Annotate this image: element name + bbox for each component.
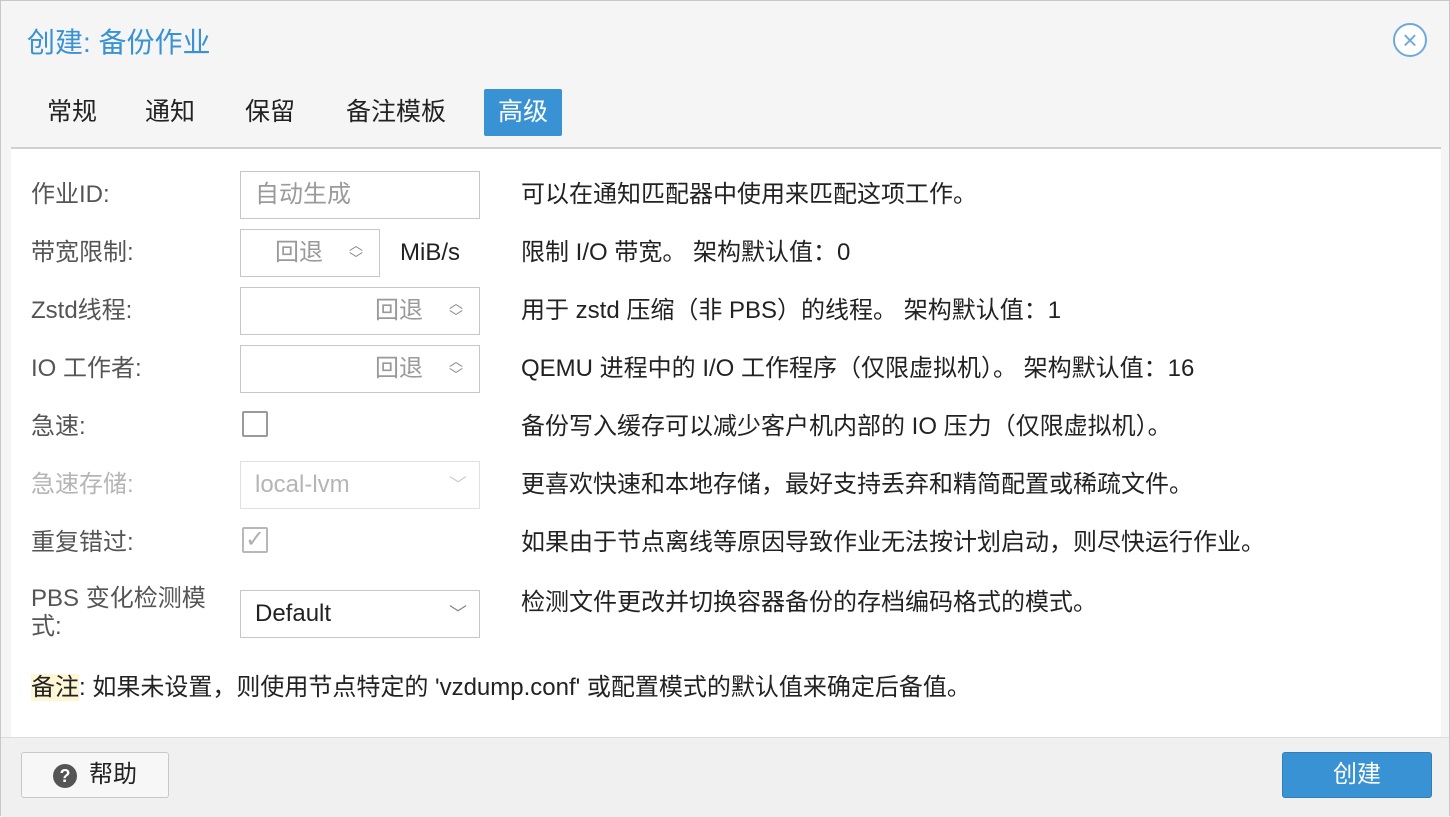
repeat-missed-row: 重复错过: ✓ 如果由于节点离线等原因导致作业无法按计划启动，则尽快运行作业。: [11, 519, 1441, 567]
job-id-input[interactable]: 自动生成: [240, 171, 480, 219]
chevron-down-icon: ﹀: [449, 475, 467, 495]
tab-retention[interactable]: 保留: [231, 89, 309, 136]
fleecing-desc: 备份写入缓存可以减少客户机内部的 IO 压力（仅限虚拟机）。: [521, 413, 1172, 440]
fleecing-label: 急速:: [31, 413, 86, 440]
zstd-label: Zstd线程:: [31, 297, 133, 324]
dialog-footer: ? 帮助 创建: [1, 737, 1449, 817]
pbs-mode-value: Default: [255, 600, 332, 627]
dialog-header: 创建: 备份作业 ×: [1, 1, 1449, 81]
backup-job-dialog: 创建: 备份作业 × 常规 通知 保留 备注模板 高级 作业ID: 自动生成 可…: [0, 0, 1450, 817]
io-workers-row: IO 工作者: 回退 ︿ ﹀ QEMU 进程中的 I/O 工作程序（仅限虚拟机）。…: [11, 345, 1441, 393]
io-workers-input[interactable]: 回退 ︿ ﹀: [240, 345, 480, 393]
tab-note-template[interactable]: 备注模板: [332, 89, 460, 136]
pbs-mode-desc: 检测文件更改并切换容器备份的存档编码格式的模式。: [521, 589, 1097, 616]
bwlimit-unit: MiB/s: [400, 239, 460, 266]
fleecing-checkbox[interactable]: [242, 411, 268, 437]
pbs-mode-row: PBS 变化检测模 式: Default ﹀ 检测文件更改并切换容器备份的存档编…: [11, 577, 1441, 649]
tab-notifications[interactable]: 通知: [131, 89, 209, 136]
advanced-panel: 作业ID: 自动生成 可以在通知匹配器中使用来匹配这项工作。 带宽限制: 回退 …: [11, 149, 1441, 737]
spinner-icon[interactable]: ︿ ﹀: [345, 238, 367, 268]
bwlimit-label: 带宽限制:: [31, 239, 134, 266]
spinner-icon[interactable]: ︿ ﹀: [445, 354, 467, 384]
question-circle-icon: ?: [53, 763, 77, 788]
note-text: 备注: 如果未设置，则使用节点特定的 'vzdump.conf' 或配置模式的默…: [31, 673, 971, 703]
close-icon[interactable]: ×: [1393, 23, 1427, 57]
help-label: 帮助: [89, 761, 137, 788]
bwlimit-desc: 限制 I/O 带宽。 架构默认值：0: [521, 239, 851, 266]
bwlimit-placeholder: 回退: [275, 239, 323, 266]
io-workers-placeholder: 回退: [375, 355, 423, 382]
chevron-down-icon: ﹀: [449, 604, 467, 624]
fleecing-storage-label: 急速存储:: [31, 471, 134, 498]
fleecing-row: 急速: 备份写入缓存可以减少客户机内部的 IO 压力（仅限虚拟机）。: [11, 403, 1441, 451]
io-workers-desc: QEMU 进程中的 I/O 工作程序（仅限虚拟机）。 架构默认值：16: [521, 355, 1195, 382]
zstd-row: Zstd线程: 回退 ︿ ﹀ 用于 zstd 压缩（非 PBS）的线程。 架构默认…: [11, 287, 1441, 335]
fleecing-storage-row: 急速存储: local-lvm ﹀ 更喜欢快速和本地存储，最好支持丢弃和精简配置…: [11, 461, 1441, 509]
repeat-missed-label: 重复错过:: [31, 529, 134, 556]
pbs-mode-label-line2: 式:: [31, 613, 62, 640]
fleecing-storage-value: local-lvm: [255, 471, 350, 498]
repeat-missed-desc: 如果由于节点离线等原因导致作业无法按计划启动，则尽快运行作业。: [521, 529, 1265, 556]
io-workers-label: IO 工作者:: [31, 355, 142, 382]
zstd-placeholder: 回退: [375, 297, 423, 324]
pbs-mode-label: PBS 变化检测模 式:: [31, 585, 206, 641]
fleecing-storage-select[interactable]: local-lvm ﹀: [240, 461, 480, 509]
create-button[interactable]: 创建: [1282, 752, 1432, 798]
tab-bar: 常规 通知 保留 备注模板 高级: [11, 89, 1441, 149]
zstd-input[interactable]: 回退 ︿ ﹀: [240, 287, 480, 335]
help-button[interactable]: ? 帮助: [21, 752, 169, 798]
zstd-desc: 用于 zstd 压缩（非 PBS）的线程。 架构默认值：1: [521, 297, 1062, 324]
job-id-placeholder: 自动生成: [255, 181, 351, 208]
fleecing-storage-desc: 更喜欢快速和本地存储，最好支持丢弃和精简配置或稀疏文件。: [521, 471, 1193, 498]
repeat-missed-checkbox[interactable]: ✓: [242, 527, 268, 553]
bwlimit-input[interactable]: 回退 ︿ ﹀: [240, 229, 380, 277]
tab-advanced[interactable]: 高级: [484, 89, 563, 136]
job-id-row: 作业ID: 自动生成 可以在通知匹配器中使用来匹配这项工作。: [11, 171, 1441, 219]
tab-general[interactable]: 常规: [33, 89, 111, 136]
job-id-label: 作业ID:: [31, 181, 110, 208]
bwlimit-row: 带宽限制: 回退 ︿ ﹀ MiB/s 限制 I/O 带宽。 架构默认值：0: [11, 229, 1441, 277]
pbs-mode-select[interactable]: Default ﹀: [240, 590, 480, 638]
note-prefix: 备注: [31, 674, 79, 701]
spinner-icon[interactable]: ︿ ﹀: [445, 296, 467, 326]
pbs-mode-label-line1: PBS 变化检测模: [31, 585, 206, 612]
dialog-title: 创建: 备份作业: [27, 27, 211, 58]
job-id-desc: 可以在通知匹配器中使用来匹配这项工作。: [521, 181, 977, 208]
note-body: : 如果未设置，则使用节点特定的 'vzdump.conf' 或配置模式的默认值…: [79, 674, 971, 701]
